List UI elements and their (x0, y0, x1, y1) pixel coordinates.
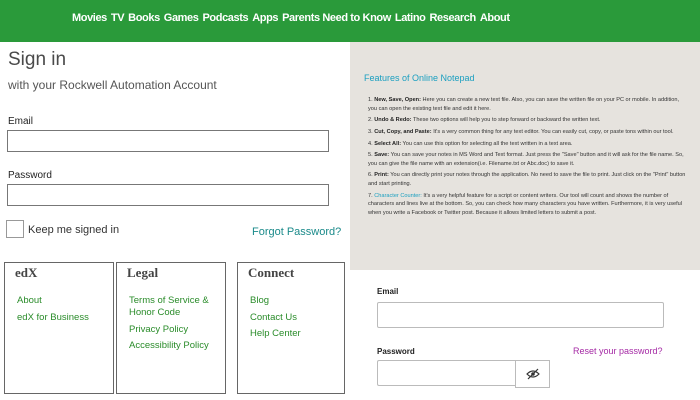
signin-panel: Sign in with your Rockwell Automation Ac… (0, 42, 350, 258)
character-counter-link[interactable]: Character Counter: (374, 193, 422, 199)
nav-item-apps[interactable]: Apps (252, 12, 278, 24)
signin-title: Sign in (8, 49, 67, 70)
feature-text: You can directly print your notes throug… (368, 172, 686, 187)
feature-lead: Save: (374, 152, 390, 159)
email-label: Email (8, 116, 34, 127)
password-field-2[interactable] (377, 360, 516, 386)
footer-links-edx: About edX for Business (17, 295, 89, 328)
email-label-2: Email (377, 287, 399, 296)
footer-link-honor-code[interactable]: Honor Code (129, 307, 209, 319)
email-field[interactable] (7, 130, 329, 152)
nav-item-latino[interactable]: Latino (395, 12, 426, 24)
keep-signed-in-label[interactable]: Keep me signed in (28, 224, 119, 236)
footer-links-connect: Blog Contact Us Help Center (250, 295, 301, 345)
nav-item-tv[interactable]: TV (111, 12, 125, 24)
password-label-2: Password (377, 347, 415, 356)
nav-item-parents-need-to-know[interactable]: Parents Need to Know (282, 12, 391, 24)
feature-lead: Select All: (374, 140, 402, 147)
feature-lead: Cut, Copy, and Paste: (374, 128, 432, 135)
footer-heading-legal: Legal (127, 265, 159, 280)
feature-lead: Undo & Redo: (374, 117, 412, 124)
list-item: 6. Print: You can directly print your no… (368, 172, 686, 187)
footer-heading-connect: Connect (248, 265, 295, 280)
footer-links-legal: Terms of Service & Honor Code Privacy Po… (129, 295, 209, 357)
list-item: 7. Character Counter: It's a very helpfu… (368, 192, 683, 216)
keep-signed-in-checkbox[interactable] (6, 220, 24, 238)
feature-text: It's a very common thing for any text ed… (431, 128, 674, 135)
email-field-2[interactable] (377, 302, 664, 328)
footer-link-blog[interactable]: Blog (250, 295, 301, 307)
notepad-features-panel: Features of Online Notepad 1. New, Save,… (350, 42, 700, 270)
footer-link-accessibility-policy[interactable]: Accessibility Policy (129, 340, 209, 352)
nav-item-books[interactable]: Books (128, 12, 160, 24)
footer-column-connect: Connect Blog Contact Us Help Center (237, 262, 345, 394)
footer-link-help-center[interactable]: Help Center (250, 328, 301, 340)
list-item: 5. Save: You can save your notes in MS W… (368, 152, 684, 167)
notepad-features-title: Features of Online Notepad (364, 73, 475, 83)
nav-item-podcasts[interactable]: Podcasts (203, 12, 249, 24)
footer-link-terms-of-service[interactable]: Terms of Service & (129, 295, 209, 307)
footer-column-legal: Legal Terms of Service & Honor Code Priv… (116, 262, 226, 394)
nav-item-research[interactable]: Research (429, 12, 476, 24)
nav-item-about[interactable]: About (480, 12, 510, 24)
nav-item-games[interactable]: Games (164, 12, 199, 24)
footer-link-edx-for-business[interactable]: edX for Business (17, 312, 89, 324)
footer-link-privacy-policy[interactable]: Privacy Policy (129, 324, 209, 336)
feature-lead: Print: (374, 172, 389, 179)
list-item: 1. New, Save, Open: Here you can create … (368, 97, 680, 112)
list-item: 4. Select All: You can use this option f… (368, 140, 573, 147)
notepad-features-list: 1. New, Save, Open: Here you can create … (368, 96, 688, 220)
feature-text: You can use this option for selecting al… (401, 140, 573, 147)
eye-slash-icon (525, 368, 540, 380)
top-navigation-bar: Movies TV Books Games Podcasts Apps Pare… (0, 0, 700, 42)
feature-lead: New, Save, Open: (374, 97, 421, 103)
toggle-password-visibility-button[interactable] (515, 360, 550, 388)
list-item: 2. Undo & Redo: These two options will h… (368, 117, 601, 124)
feature-text: You can save your notes in MS Word and T… (368, 152, 684, 167)
nav-menu: Movies TV Books Games Podcasts Apps Pare… (72, 12, 514, 24)
reset-password-link[interactable]: Reset your password? (573, 346, 663, 356)
signin-subtitle: with your Rockwell Automation Account (8, 78, 217, 92)
forgot-password-link[interactable]: Forgot Password? (252, 226, 341, 238)
password-label: Password (8, 170, 52, 181)
feature-text: These two options will help you to step … (411, 117, 601, 124)
footer-link-about[interactable]: About (17, 295, 89, 307)
nav-item-movies[interactable]: Movies (72, 12, 107, 24)
list-item: 3. Cut, Copy, and Paste: It's a very com… (368, 128, 674, 135)
footer-heading-edx: edX (15, 265, 38, 280)
password-field[interactable] (7, 184, 329, 206)
footer-column-edx: edX About edX for Business (4, 262, 114, 394)
footer-link-contact-us[interactable]: Contact Us (250, 312, 301, 324)
